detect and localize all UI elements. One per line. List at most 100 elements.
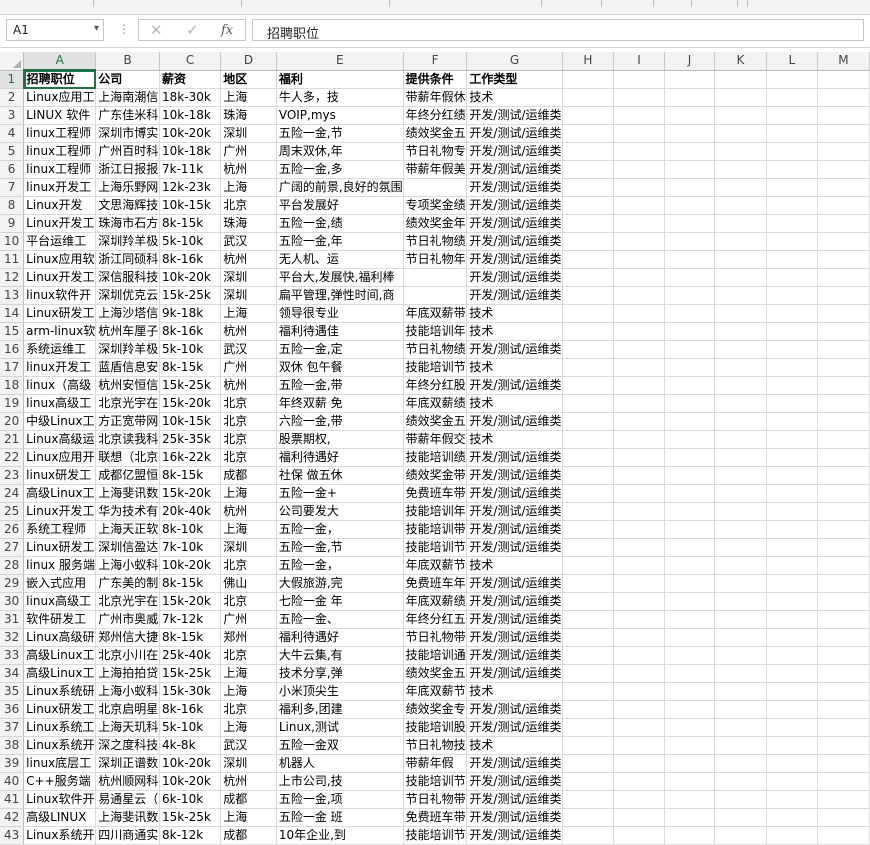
cell-g15[interactable]: 技术 bbox=[466, 322, 563, 341]
column-header-f[interactable]: F bbox=[403, 52, 468, 71]
cell-k9[interactable] bbox=[714, 214, 767, 233]
cell-h24[interactable] bbox=[562, 484, 615, 503]
cell-j34[interactable] bbox=[664, 664, 716, 683]
cell-m19[interactable] bbox=[817, 394, 870, 413]
row-header[interactable]: 10 bbox=[0, 232, 25, 251]
column-header-d[interactable]: D bbox=[220, 52, 277, 71]
cell-k42[interactable] bbox=[714, 808, 767, 827]
cell-l25[interactable] bbox=[766, 502, 818, 521]
cell-e3[interactable]: VOIP,mys bbox=[276, 106, 404, 125]
cell-k37[interactable] bbox=[714, 718, 767, 737]
row-header[interactable]: 16 bbox=[0, 340, 25, 359]
cell-l42[interactable] bbox=[766, 808, 818, 827]
cell-g25[interactable]: 开发/测试/运维类 bbox=[466, 502, 563, 521]
row-header[interactable]: 11 bbox=[0, 250, 25, 269]
cell-a43[interactable]: Linux系统开 bbox=[23, 826, 97, 845]
cell-f20[interactable]: 绩效奖金五 bbox=[403, 412, 468, 431]
cell-b7[interactable]: 上海乐野网 bbox=[95, 178, 161, 197]
cell-b2[interactable]: 上海南潮信 bbox=[95, 88, 161, 107]
cell-c28[interactable]: 10k-20k bbox=[159, 556, 222, 575]
cell-j2[interactable] bbox=[664, 88, 716, 107]
cell-c20[interactable]: 10k-15k bbox=[159, 412, 222, 431]
cell-c9[interactable]: 8k-15k bbox=[159, 214, 222, 233]
cell-j16[interactable] bbox=[664, 340, 716, 359]
cell-l17[interactable] bbox=[766, 358, 818, 377]
cell-d12[interactable]: 深圳 bbox=[220, 268, 277, 287]
cell-g17[interactable]: 技术 bbox=[466, 358, 563, 377]
cell-k7[interactable] bbox=[714, 178, 767, 197]
cell-l43[interactable] bbox=[766, 826, 818, 845]
cell-c29[interactable]: 8k-15k bbox=[159, 574, 222, 593]
cell-c25[interactable]: 20k-40k bbox=[159, 502, 222, 521]
cell-j38[interactable] bbox=[664, 736, 716, 755]
row-header[interactable]: 35 bbox=[0, 682, 25, 701]
cell-d13[interactable]: 深圳 bbox=[220, 286, 277, 305]
cell-j27[interactable] bbox=[664, 538, 716, 557]
cell-d19[interactable]: 北京 bbox=[220, 394, 277, 413]
cell-j39[interactable] bbox=[664, 754, 716, 773]
cell-g39[interactable]: 开发/测试/运维类 bbox=[466, 754, 563, 773]
cell-g20[interactable]: 开发/测试/运维类 bbox=[466, 412, 563, 431]
cell-b29[interactable]: 广东美的制 bbox=[95, 574, 161, 593]
cell-k21[interactable] bbox=[714, 430, 767, 449]
cell-c21[interactable]: 25k-35k bbox=[159, 430, 222, 449]
cell-g33[interactable]: 开发/测试/运维类 bbox=[466, 646, 563, 665]
cell-f40[interactable]: 技能培训节 bbox=[403, 772, 468, 791]
cell-m37[interactable] bbox=[817, 718, 870, 737]
row-header[interactable]: 12 bbox=[0, 268, 25, 287]
cell-i39[interactable] bbox=[613, 754, 665, 773]
cell-c6[interactable]: 7k-11k bbox=[159, 160, 222, 179]
cell-f35[interactable]: 年底双薪节 bbox=[403, 682, 468, 701]
cell-j15[interactable] bbox=[664, 322, 716, 341]
cell-j21[interactable] bbox=[664, 430, 716, 449]
cell-m16[interactable] bbox=[817, 340, 870, 359]
cell-l28[interactable] bbox=[766, 556, 818, 575]
cell-i7[interactable] bbox=[613, 178, 665, 197]
cell-h8[interactable] bbox=[562, 196, 615, 215]
cell-g27[interactable]: 开发/测试/运维类 bbox=[466, 538, 563, 557]
row-header[interactable]: 4 bbox=[0, 124, 25, 143]
cell-g29[interactable]: 开发/测试/运维类 bbox=[466, 574, 563, 593]
cell-k27[interactable] bbox=[714, 538, 767, 557]
cell-j10[interactable] bbox=[664, 232, 716, 251]
cell-c34[interactable]: 15k-25k bbox=[159, 664, 222, 683]
cell-g8[interactable]: 开发/测试/运维类 bbox=[466, 196, 563, 215]
cell-d32[interactable]: 郑州 bbox=[220, 628, 277, 647]
cell-a27[interactable]: Linux研发工 bbox=[23, 538, 97, 557]
row-header[interactable]: 18 bbox=[0, 376, 25, 395]
cell-l40[interactable] bbox=[766, 772, 818, 791]
column-header-a[interactable]: A bbox=[23, 52, 97, 71]
row-header[interactable]: 9 bbox=[0, 214, 25, 233]
row-header[interactable]: 23 bbox=[0, 466, 25, 485]
cell-m40[interactable] bbox=[817, 772, 870, 791]
cell-c19[interactable]: 15k-20k bbox=[159, 394, 222, 413]
cell-b28[interactable]: 上海小蚁科 bbox=[95, 556, 161, 575]
cell-d20[interactable]: 北京 bbox=[220, 412, 277, 431]
cell-h28[interactable] bbox=[562, 556, 615, 575]
cell-e35[interactable]: 小米顶尖生 bbox=[276, 682, 404, 701]
cell-m15[interactable] bbox=[817, 322, 870, 341]
cell-j17[interactable] bbox=[664, 358, 716, 377]
cell-f7[interactable] bbox=[403, 178, 468, 197]
cell-f2[interactable]: 带薪年假休 bbox=[403, 88, 468, 107]
cell-e33[interactable]: 大牛云集,有 bbox=[276, 646, 404, 665]
cell-k25[interactable] bbox=[714, 502, 767, 521]
cell-m33[interactable] bbox=[817, 646, 870, 665]
cell-h19[interactable] bbox=[562, 394, 615, 413]
cell-i37[interactable] bbox=[613, 718, 665, 737]
cell-a26[interactable]: 系统工程师 bbox=[23, 520, 97, 539]
cell-k38[interactable] bbox=[714, 736, 767, 755]
cell-g32[interactable]: 开发/测试/运维类 bbox=[466, 628, 563, 647]
cell-l18[interactable] bbox=[766, 376, 818, 395]
cell-l7[interactable] bbox=[766, 178, 818, 197]
cell-h13[interactable] bbox=[562, 286, 615, 305]
column-header-l[interactable]: L bbox=[766, 52, 818, 71]
cell-k35[interactable] bbox=[714, 682, 767, 701]
cell-a11[interactable]: Linux应用软 bbox=[23, 250, 97, 269]
cell-e39[interactable]: 机器人 bbox=[276, 754, 404, 773]
cell-c5[interactable]: 10k-18k bbox=[159, 142, 222, 161]
cell-e6[interactable]: 五险一金,多 bbox=[276, 160, 404, 179]
cell-l19[interactable] bbox=[766, 394, 818, 413]
cell-b15[interactable]: 杭州车厘子 bbox=[95, 322, 161, 341]
cell-h11[interactable] bbox=[562, 250, 615, 269]
